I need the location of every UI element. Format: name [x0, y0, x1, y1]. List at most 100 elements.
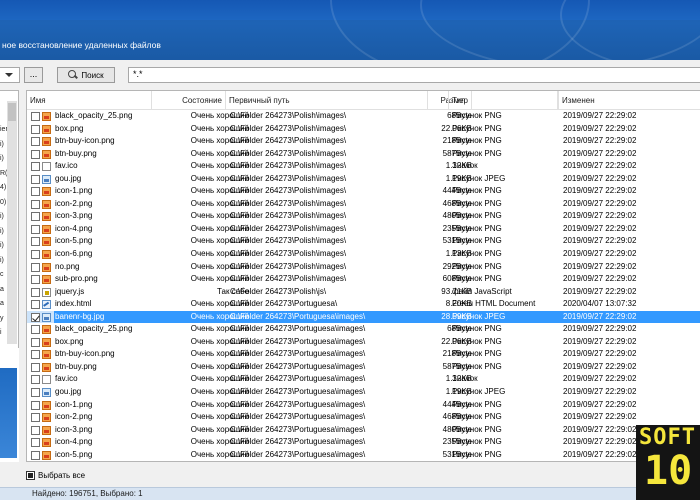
table-row[interactable]: sub-pro.png Очень хороший C:\Folder 264273…: [27, 273, 700, 286]
tree-item-fragment[interactable]: i): [0, 242, 4, 249]
file-path: C:\Folder 264273\Portuguesa\images\: [230, 449, 366, 459]
row-checkbox[interactable]: [31, 162, 40, 172]
table-row[interactable]: no.png Очень хороший C:\Folder 264273\Poli…: [27, 261, 700, 274]
file-name: fav.ico: [55, 374, 78, 384]
row-checkbox[interactable]: [31, 250, 40, 260]
table-row[interactable]: gou.jpg Очень хороший C:\Folder 264273\Pol…: [27, 173, 700, 186]
table-row[interactable]: gou.jpg Очень хороший C:\Folder 264273\Por…: [27, 386, 700, 399]
table-row[interactable]: btn-buy-icon.png Очень хороший C:\Folder 2…: [27, 135, 700, 148]
row-checkbox[interactable]: [31, 112, 40, 121]
table-row[interactable]: icon-2.png Очень хороший C:\Folder 264273\…: [27, 411, 700, 424]
row-checkbox[interactable]: [31, 287, 40, 297]
row-checkbox[interactable]: [31, 413, 40, 423]
column-header-type[interactable]: Тип: [448, 91, 558, 110]
file-type: Значок: [452, 374, 478, 384]
table-row[interactable]: icon-1.png Очень хороший C:\Folder 264273\…: [27, 185, 700, 198]
tree-item-fragment[interactable]: i): [0, 141, 4, 148]
table-row[interactable]: fav.ico Очень хороший C:\Folder 264273\Pol…: [27, 160, 700, 173]
table-row[interactable]: jquery.js Так себе C:\Folder 264273\Polish…: [27, 286, 700, 299]
table-row[interactable]: box.png Очень хороший C:\Folder 264273\Por…: [27, 336, 700, 349]
row-checkbox[interactable]: [31, 275, 40, 285]
file-type: Рисунок PNG: [452, 437, 502, 447]
drive-combo[interactable]: [0, 67, 20, 83]
file-modified: 2019/09/27 22:29:02: [563, 186, 637, 196]
tree-item-fragment[interactable]: 4): [0, 184, 6, 191]
column-header-modified[interactable]: Изменен: [558, 91, 700, 110]
file-list-header: Имя Состояние Первичный путь Размер Тип …: [27, 91, 700, 110]
logo-text-bottom: 10: [644, 448, 693, 494]
row-checkbox[interactable]: [31, 187, 40, 197]
row-checkbox[interactable]: [31, 199, 40, 209]
table-row[interactable]: banenr-bg.jpg Очень хороший C:\Folder 2642…: [27, 310, 700, 324]
soft10-logo: SOFT 10: [636, 425, 700, 500]
table-row[interactable]: icon-4.png Очень хороший C:\Folder 264273\…: [27, 436, 700, 449]
tree-scrollbar[interactable]: [7, 101, 17, 344]
table-row[interactable]: black_opacity_25.png Очень хороший C:\Fold…: [27, 323, 700, 336]
row-checkbox[interactable]: [31, 212, 40, 222]
table-row[interactable]: btn-buy.png Очень хороший C:\Folder 264273…: [27, 361, 700, 374]
tree-item-fragment[interactable]: i: [0, 329, 2, 336]
tree-item-fragment[interactable]: a: [0, 300, 4, 307]
row-checkbox[interactable]: [31, 400, 40, 410]
table-row[interactable]: btn-buy.png Очень хороший C:\Folder 264273…: [27, 148, 700, 161]
table-row[interactable]: icon-6.png Очень хороший C:\Folder 264273\…: [27, 248, 700, 261]
table-row[interactable]: box.png Очень хороший C:\Folder 264273\Pol…: [27, 123, 700, 136]
table-row[interactable]: icon-4.png Очень хороший C:\Folder 264273\…: [27, 223, 700, 236]
row-checkbox[interactable]: [31, 224, 40, 234]
file-jpg-icon: [42, 388, 51, 398]
table-row[interactable]: black_opacity_25.png Очень хороший C:\Fold…: [27, 110, 700, 123]
row-checkbox[interactable]: [31, 262, 40, 272]
column-header-path[interactable]: Первичный путь: [226, 91, 428, 110]
tree-item-fragment[interactable]: i): [0, 155, 4, 162]
tree-item-fragment[interactable]: c: [0, 271, 4, 278]
table-row[interactable]: icon-5.png Очень хороший C:\Folder 264273\…: [27, 449, 700, 461]
row-checkbox[interactable]: [31, 325, 40, 335]
row-checkbox[interactable]: [31, 300, 40, 310]
column-header-state[interactable]: Состояние: [152, 91, 226, 110]
tree-item-fragment[interactable]: i): [0, 257, 4, 264]
file-mask-input[interactable]: *.*: [128, 67, 700, 83]
row-checkbox[interactable]: [31, 375, 40, 385]
file-type: Рисунок PNG: [452, 249, 502, 259]
tree-item-fragment[interactable]: i): [0, 213, 4, 220]
file-name: icon-3.png: [55, 424, 93, 434]
browse-button[interactable]: ...: [24, 67, 43, 83]
row-checkbox[interactable]: [31, 337, 40, 347]
file-ico-icon: [42, 375, 51, 385]
tree-item-fragment[interactable]: 0): [0, 199, 6, 206]
row-checkbox[interactable]: [31, 124, 40, 134]
file-type: Рисунок PNG: [452, 148, 502, 158]
row-checkbox[interactable]: [31, 174, 40, 184]
table-row[interactable]: icon-1.png Очень хороший C:\Folder 264273\…: [27, 399, 700, 412]
row-checkbox[interactable]: [31, 362, 40, 372]
file-path: C:\Folder 264273\Portuguesa\images\: [230, 437, 366, 447]
row-checkbox[interactable]: [31, 149, 40, 159]
table-row[interactable]: btn-buy-icon.png Очень хороший C:\Folder 2…: [27, 348, 700, 361]
tree-item-fragment[interactable]: i): [0, 228, 4, 235]
file-png-icon: [42, 362, 51, 372]
row-checkbox[interactable]: [31, 350, 40, 360]
row-checkbox[interactable]: [31, 137, 40, 147]
select-all-checkbox[interactable]: Выбрать все: [26, 469, 85, 481]
table-row[interactable]: icon-3.png Очень хороший C:\Folder 264273\…: [27, 424, 700, 437]
preview-pane: [0, 348, 19, 462]
tree-item-fragment[interactable]: y: [0, 315, 4, 322]
table-row[interactable]: icon-5.png Очень хороший C:\Folder 264273\…: [27, 235, 700, 248]
row-checkbox[interactable]: [31, 312, 40, 322]
file-png-icon: [42, 350, 51, 360]
row-checkbox[interactable]: [31, 438, 40, 448]
row-checkbox[interactable]: [31, 450, 40, 460]
file-name: icon-4.png: [55, 437, 93, 447]
table-row[interactable]: fav.ico Очень хороший C:\Folder 264273\Por…: [27, 373, 700, 386]
tree-item-fragment[interactable]: a: [0, 286, 4, 293]
scrollbar-thumb[interactable]: [8, 103, 16, 121]
file-type: Рисунок PNG: [452, 349, 502, 359]
row-checkbox[interactable]: [31, 237, 40, 247]
table-row[interactable]: icon-3.png Очень хороший C:\Folder 264273\…: [27, 210, 700, 223]
table-row[interactable]: index.html Очень хороший C:\Folder 264273\…: [27, 298, 700, 311]
row-checkbox[interactable]: [31, 388, 40, 398]
table-row[interactable]: icon-2.png Очень хороший C:\Folder 264273\…: [27, 198, 700, 211]
search-button[interactable]: Поиск: [57, 67, 115, 83]
row-checkbox[interactable]: [31, 425, 40, 435]
column-header-name[interactable]: Имя: [27, 91, 152, 110]
